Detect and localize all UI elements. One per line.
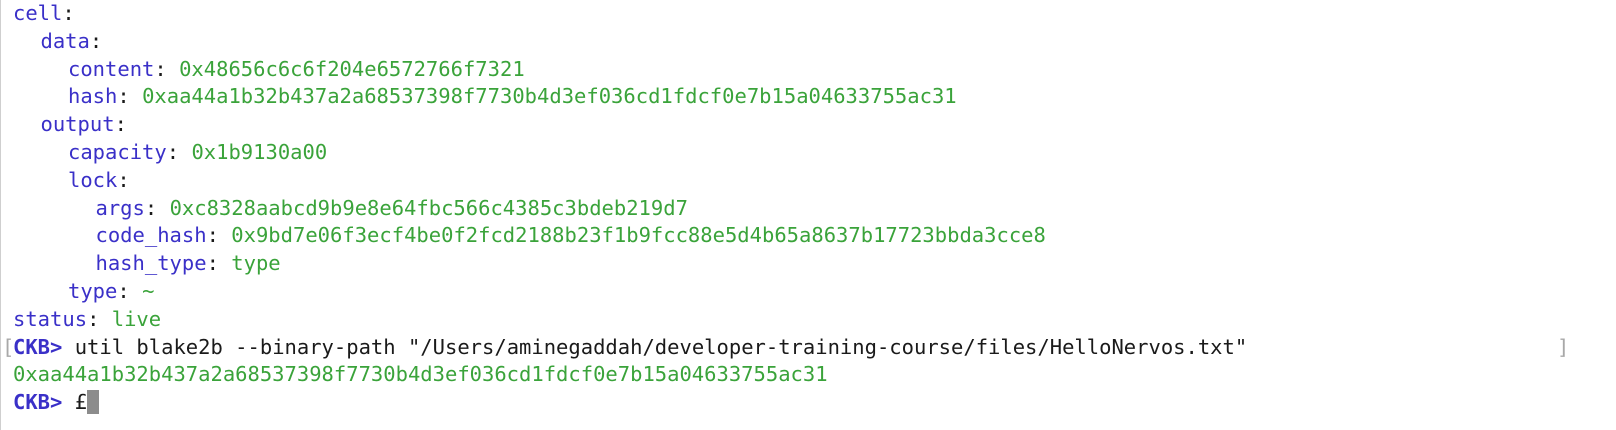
key-capacity: capacity — [68, 139, 167, 164]
key-hash: hash — [68, 84, 118, 109]
key-type: type — [68, 278, 118, 303]
line-output: output: — [40, 112, 127, 137]
line-lock: lock: — [68, 167, 130, 192]
command-text: util blake2b --binary-path "/Users/amine… — [74, 334, 1248, 359]
value-code-hash: 0x9bd7e06f3ecf4be0f2fcd2188b23f1b9fcc88e… — [231, 223, 1046, 248]
key-status: status — [13, 306, 88, 331]
prompt: CKB> — [13, 334, 63, 359]
selection-bracket-right: ] — [1557, 334, 1570, 359]
line-cell: cell: — [13, 1, 75, 25]
value-capacity: 0x1b9130a00 — [191, 139, 328, 164]
line-hash: hash: 0xaa44a1b32b437a2a68537398f7730b4d… — [68, 84, 957, 109]
line-code-hash: code_hash: 0x9bd7e06f3ecf4be0f2fcd2188b2… — [95, 223, 1046, 248]
key-cell: cell — [13, 1, 63, 25]
selection-bracket-left: [ — [2, 334, 15, 359]
line-content: content: 0x48656c6c6f204e6572766f7321 — [68, 56, 525, 81]
prompt: CKB> — [13, 390, 63, 415]
value-args: 0xc8328aabcd9b9e8e64fbc566c4385c3bdeb219… — [169, 195, 688, 220]
key-code-hash: code_hash — [95, 223, 207, 248]
text-cursor — [87, 389, 100, 414]
key-args: args — [95, 195, 145, 220]
line-type: type: ~ — [68, 278, 155, 303]
key-hash-type: hash_type — [95, 251, 207, 276]
line-status: status: live — [13, 306, 162, 331]
line-capacity: capacity: 0x1b9130a00 — [68, 139, 328, 164]
input-line[interactable]: CKB> £ — [1, 389, 1616, 417]
value-type: ~ — [142, 278, 155, 303]
terminal-window[interactable]: cell: data: content: 0x48656c6c6f204e657… — [0, 0, 1616, 430]
key-data: data — [40, 28, 90, 53]
current-input[interactable]: £ — [75, 390, 87, 414]
key-content: content — [68, 56, 155, 81]
value-status: live — [111, 306, 162, 331]
key-lock: lock — [68, 167, 118, 192]
line-data: data: — [40, 28, 103, 53]
value-content: 0x48656c6c6f204e6572766f7321 — [179, 56, 525, 81]
command-line: [CKB> util blake2b --binary-path "/Users… — [1, 334, 1616, 362]
key-output: output — [40, 112, 115, 137]
value-hash: 0xaa44a1b32b437a2a68537398f7730b4d3ef036… — [142, 84, 957, 109]
command-output: 0xaa44a1b32b437a2a68537398f7730b4d3ef036… — [13, 362, 828, 387]
line-args: args: 0xc8328aabcd9b9e8e64fbc566c4385c3b… — [95, 195, 688, 220]
line-hash-type: hash_type: type — [95, 251, 281, 276]
value-hash-type: type — [231, 251, 281, 276]
command-output-line: 0xaa44a1b32b437a2a68537398f7730b4d3ef036… — [1, 361, 1616, 389]
